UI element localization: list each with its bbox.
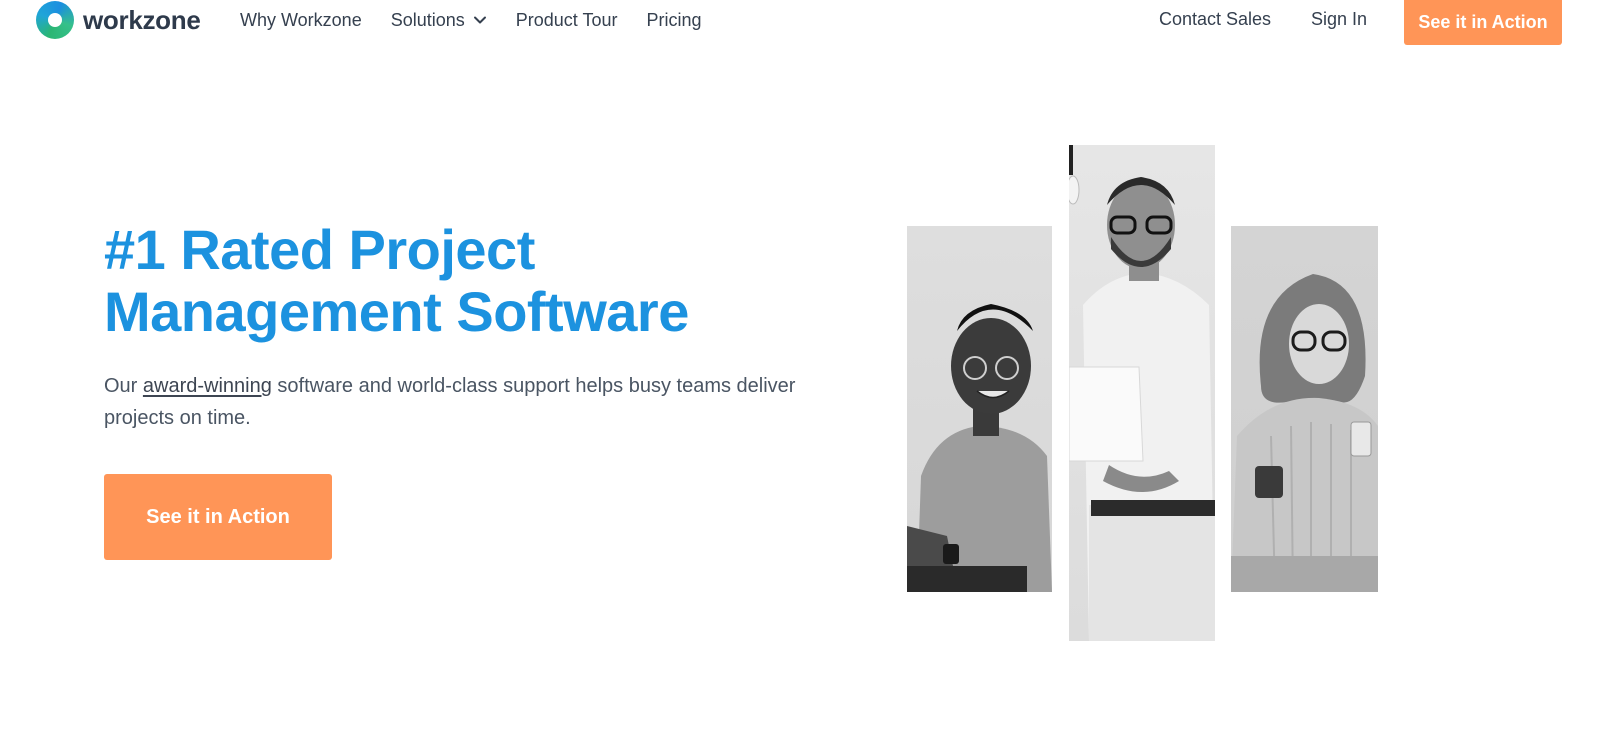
person-illustration-icon (1231, 274, 1378, 592)
top-navigation: workzone Why Workzone Solutions Product … (0, 0, 1600, 45)
photo-man-laughing (907, 226, 1052, 592)
hero-title-strong: #1 Rated (104, 218, 334, 281)
chevron-down-icon (473, 16, 486, 24)
hero-see-it-in-action-button[interactable]: See it in Action (104, 474, 332, 560)
hero-subtitle: Our award-winning software and world-cla… (104, 370, 804, 434)
hero-title: #1 Rated Project Management Software (104, 219, 824, 343)
sign-in-link[interactable]: Sign In (1311, 9, 1367, 30)
nav-product-tour[interactable]: Product Tour (516, 10, 618, 31)
workzone-logo[interactable]: workzone (36, 1, 201, 39)
header-see-it-in-action-button[interactable]: See it in Action (1404, 0, 1562, 45)
photo-man-with-laptop (1069, 145, 1215, 641)
nav-solutions-label: Solutions (390, 9, 465, 30)
person-illustration-icon (1069, 145, 1215, 641)
nav-solutions[interactable]: Solutions (391, 10, 487, 31)
hero-title-line2: Management Software (104, 280, 689, 343)
award-winning-link[interactable]: award-winning (143, 375, 272, 397)
nav-pricing[interactable]: Pricing (647, 10, 702, 31)
hero-subtitle-prefix: Our (104, 375, 143, 397)
photo-woman-with-phone (1231, 226, 1378, 592)
workzone-ring-logo-icon (36, 1, 74, 39)
contact-sales-link[interactable]: Contact Sales (1159, 9, 1271, 30)
person-illustration-icon (907, 304, 1052, 592)
brand-name: workzone (83, 5, 201, 35)
nav-why-workzone[interactable]: Why Workzone (240, 10, 362, 31)
hero-title-rest: Project (333, 218, 535, 281)
primary-nav: Why Workzone Solutions Product Tour Pric… (240, 0, 731, 40)
